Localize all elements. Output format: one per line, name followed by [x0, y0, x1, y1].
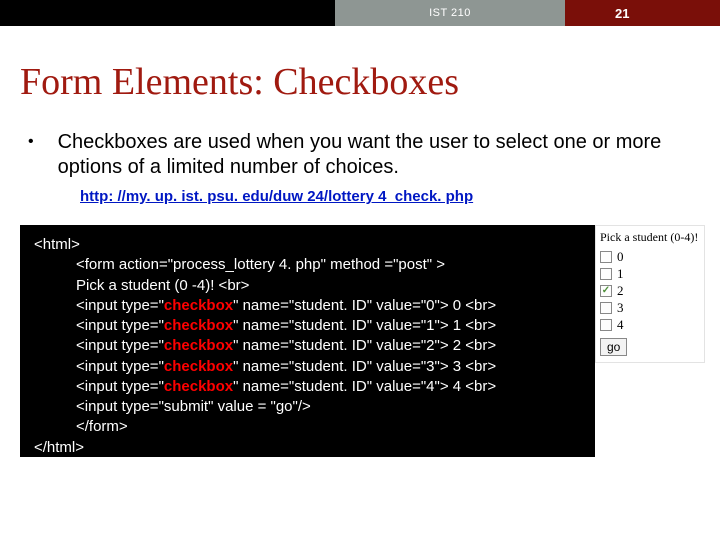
checkbox[interactable] [600, 268, 612, 280]
code-line: <input type="checkbox" name="student. ID… [34, 336, 581, 356]
code-block: <html> <form action="process_lottery 4. … [20, 225, 595, 457]
checkbox[interactable] [600, 251, 612, 263]
code-line: <html> [34, 235, 581, 255]
code-highlight: checkbox [164, 337, 233, 354]
code-line: <input type="checkbox" name="student. ID… [34, 296, 581, 316]
preview-option-label: 4 [617, 317, 624, 333]
preview-option-label: 0 [617, 249, 624, 265]
course-label: IST 210 [335, 0, 565, 26]
bullet-row: • Checkboxes are used when you want the … [28, 130, 690, 180]
code-highlight: checkbox [164, 297, 233, 314]
code-line: <input type="submit" value = "go"/> [34, 397, 581, 417]
code-line: <input type="checkbox" name="student. ID… [34, 357, 581, 377]
submit-button[interactable]: go [600, 338, 627, 356]
preview-option-row: 0 [600, 249, 700, 265]
bullet-dot-icon: • [28, 133, 34, 151]
checkbox[interactable] [600, 285, 612, 297]
code-highlight: checkbox [164, 358, 233, 375]
code-line: <input type="checkbox" name="student. ID… [34, 377, 581, 397]
preview-option-label: 1 [617, 266, 624, 282]
code-highlight: checkbox [164, 378, 233, 395]
code-line: </form> [34, 417, 581, 437]
preview-title: Pick a student (0-4)! [600, 230, 700, 245]
checkbox[interactable] [600, 302, 612, 314]
preview-option-row: 2 [600, 283, 700, 299]
preview-option-row: 1 [600, 266, 700, 282]
preview-option-row: 4 [600, 317, 700, 333]
preview-option-label: 3 [617, 300, 624, 316]
example-link[interactable]: http: //my. up. ist. psu. edu/duw 24/lot… [80, 188, 473, 205]
code-line: Pick a student (0 -4)! <br> [34, 276, 581, 296]
code-line: </html> [34, 438, 581, 458]
slide-title: Form Elements: Checkboxes [20, 60, 459, 104]
rendered-preview: Pick a student (0-4)! 01234 go [595, 225, 705, 363]
preview-option-label: 2 [617, 283, 624, 299]
page-number: 21 [565, 0, 720, 26]
code-line: <input type="checkbox" name="student. ID… [34, 316, 581, 336]
checkbox[interactable] [600, 319, 612, 331]
code-highlight: checkbox [164, 317, 233, 334]
code-line: <form action="process_lottery 4. php" me… [34, 255, 581, 275]
bullet-text: Checkboxes are used when you want the us… [58, 130, 690, 180]
preview-option-row: 3 [600, 300, 700, 316]
